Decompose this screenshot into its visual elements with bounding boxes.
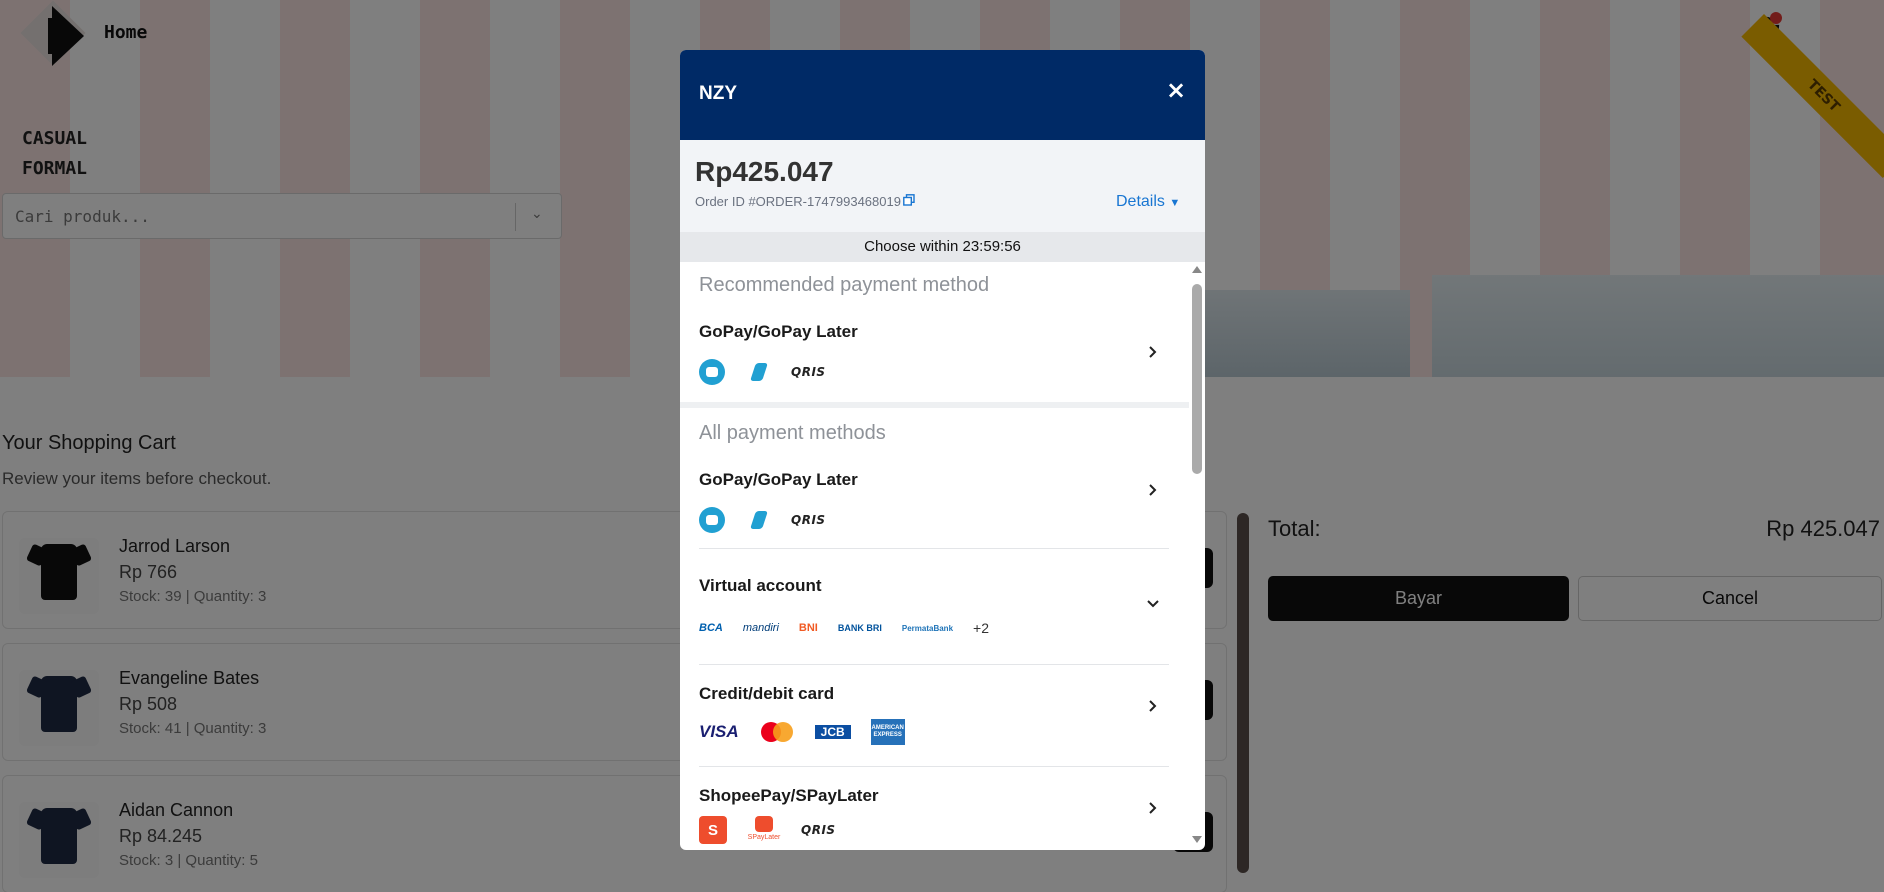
spaylater-logo: SPayLater — [747, 816, 781, 844]
bca-logo: BCA — [699, 622, 723, 634]
payment-method-list[interactable]: Recommended payment method GoPay/GoPay L… — [680, 262, 1205, 850]
visa-logo: VISA — [699, 722, 739, 741]
spaylater-label: SPayLater — [747, 834, 781, 841]
payment-method-shopeepay[interactable]: ShopeePay/SPayLater S SPayLater QRIS — [699, 786, 1169, 850]
payment-logos: VISA JCB AMERICAN EXPRESS — [699, 718, 925, 746]
gopay-later-icon — [745, 507, 771, 533]
order-amount: Rp425.047 — [695, 156, 834, 187]
payment-logos: S SPayLater QRIS — [699, 816, 856, 844]
copy-icon[interactable] — [903, 194, 915, 206]
amex-logo: AMERICAN EXPRESS — [870, 719, 905, 745]
row-divider — [699, 766, 1169, 767]
payment-method-name: GoPay/GoPay Later — [699, 470, 858, 489]
payment-logos: BCA mandiri BNI BANK BRI PermataBank +2 — [699, 614, 1009, 642]
chevron-right-icon — [1149, 346, 1157, 358]
chevron-right-icon — [1149, 700, 1157, 712]
qris-logo: QRIS — [791, 365, 826, 379]
order-id: Order ID #ORDER-1747993468019 — [695, 194, 901, 209]
payment-method-name: GoPay/GoPay Later — [699, 322, 858, 341]
section-divider — [680, 402, 1189, 408]
all-methods-section-title: All payment methods — [699, 422, 886, 444]
payment-method-name: Credit/debit card — [699, 684, 835, 703]
qris-logo: QRIS — [801, 823, 836, 837]
permata-logo: PermataBank — [901, 623, 954, 633]
jcb-label: JCB — [814, 725, 851, 739]
qris-logo: QRIS — [791, 513, 826, 527]
bni-logo: BNI — [798, 622, 818, 634]
payment-method-name: ShopeePay/SPayLater — [699, 786, 879, 805]
payment-method-name: Virtual account — [699, 576, 822, 595]
jcb-logo: JCB — [814, 719, 851, 745]
row-divider — [699, 548, 1169, 549]
payment-method-gopay-recommended[interactable]: GoPay/GoPay Later QRIS — [699, 322, 1169, 392]
gopay-later-icon — [745, 359, 771, 385]
recommended-section-title: Recommended payment method — [699, 274, 990, 296]
gopay-icon — [699, 359, 725, 385]
shopeepay-logo: S — [699, 816, 727, 844]
gopay-icon — [699, 507, 725, 533]
scrollbar-thumb[interactable] — [1192, 284, 1202, 474]
scroll-up-arrow-icon[interactable] — [1192, 266, 1202, 273]
payment-timer: Choose within 23:59:56 — [680, 232, 1205, 262]
payment-method-gopay[interactable]: GoPay/GoPay Later QRIS — [699, 470, 1169, 560]
row-divider — [699, 664, 1169, 665]
payment-logos: QRIS — [699, 358, 846, 386]
chevron-right-icon — [1149, 802, 1157, 814]
mandiri-logo: mandiri — [742, 622, 779, 634]
bri-logo: BANK BRI — [837, 623, 882, 633]
payment-logos: QRIS — [699, 506, 846, 534]
modal-header: NZY × — [680, 50, 1205, 140]
details-label: Details — [1116, 193, 1165, 210]
chevron-right-icon — [1149, 484, 1157, 496]
scroll-down-arrow-icon[interactable] — [1192, 836, 1202, 843]
payment-modal: NZY × Rp425.047 Order ID #ORDER-17479934… — [680, 50, 1205, 850]
mastercard-icon — [759, 720, 795, 744]
more-banks-count: +2 — [973, 620, 989, 636]
payment-method-virtual-account[interactable]: Virtual account BCA mandiri BNI BANK BRI… — [699, 576, 1169, 676]
caret-down-icon: ▼ — [1169, 197, 1181, 209]
order-summary: Rp425.047 Order ID #ORDER-1747993468019 … — [680, 140, 1205, 232]
modal-scrollbar[interactable] — [1189, 262, 1205, 850]
payment-method-card[interactable]: Credit/debit card VISA JCB AMERICAN EXPR… — [699, 684, 1169, 776]
merchant-name: NZY — [699, 83, 737, 104]
close-icon[interactable]: × — [1160, 70, 1192, 110]
chevron-down-icon — [1147, 600, 1159, 608]
details-toggle[interactable]: Details ▼ — [1116, 193, 1180, 211]
